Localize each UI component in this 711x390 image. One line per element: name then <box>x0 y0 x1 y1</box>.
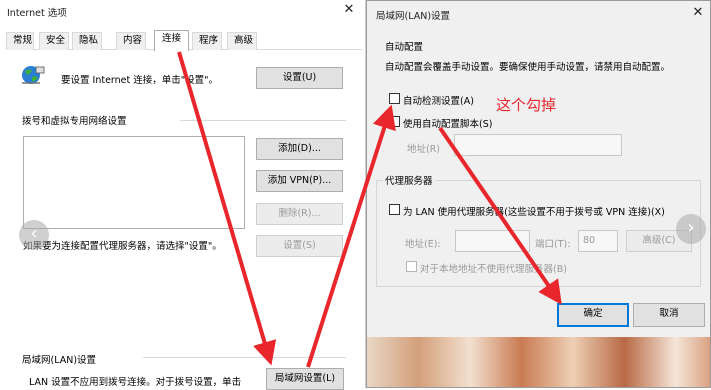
lan-description: LAN 设置不应用到拨号连接。对于拨号设置，单击 <box>29 377 242 388</box>
window-title: Internet 选项 <box>7 8 67 19</box>
chevron-right-icon[interactable]: › <box>676 214 706 244</box>
setup-instruction: 要设置 Internet 连接，单击"设置"。 <box>61 75 219 86</box>
tab-content[interactable]: 内容 <box>116 32 146 50</box>
section-divider <box>143 357 346 358</box>
script-address-input[interactable] <box>454 134 622 156</box>
setup-button[interactable]: 设置(U) <box>256 67 343 89</box>
tab-privacy[interactable]: 隐私 <box>72 32 102 50</box>
connection-list[interactable] <box>23 136 245 229</box>
add-button[interactable]: 添加(D)... <box>256 138 343 160</box>
tab-security[interactable]: 安全 <box>39 32 69 50</box>
lan-section-title: 局域网(LAN)设置 <box>22 355 97 366</box>
auto-detect-label: 自动检测设置(A) <box>403 96 474 107</box>
close-icon[interactable]: ✕ <box>689 6 707 22</box>
tab-programs[interactable]: 程序 <box>192 32 222 50</box>
close-icon[interactable]: ✕ <box>340 3 358 19</box>
blurred-background-image <box>367 337 710 387</box>
annotation-text: 这个勾掉 <box>496 96 557 114</box>
proxy-group-title: 代理服务器 <box>383 173 435 187</box>
auto-config-title: 自动配置 <box>385 42 424 53</box>
cancel-button[interactable]: 取消 <box>633 303 705 327</box>
internet-options-window: Internet 选项 ✕ 常规 安全 隐私 内容 连接 程序 高级 要设置 I… <box>0 0 366 390</box>
tab-general[interactable]: 常规 <box>6 32 34 50</box>
proxy-address-label: 地址(E): <box>405 239 441 250</box>
section-divider <box>180 120 346 121</box>
ok-button[interactable]: 确定 <box>557 303 629 327</box>
bypass-local-label: 对于本地地址不使用代理服务器(B) <box>420 264 567 275</box>
use-proxy-label: 为 LAN 使用代理服务器(这些设置不用于拨号或 VPN 连接)(X) <box>403 207 665 218</box>
bypass-local-checkbox[interactable] <box>406 261 417 272</box>
chevron-left-icon[interactable]: ‹ <box>19 220 49 250</box>
globe-network-icon <box>20 63 46 87</box>
proxy-port-input[interactable]: 80 <box>578 230 618 252</box>
dialup-section-title: 拨号和虚拟专用网络设置 <box>22 116 127 127</box>
add-vpn-button[interactable]: 添加 VPN(P)... <box>256 170 343 192</box>
tab-connections[interactable]: 连接 <box>154 30 189 51</box>
proxy-address-input[interactable] <box>455 230 530 252</box>
settings-button[interactable]: 设置(S) <box>256 235 343 257</box>
script-address-label: 地址(R) <box>407 144 441 155</box>
use-script-checkbox[interactable] <box>389 116 400 127</box>
remove-button[interactable]: 删除(R)... <box>256 203 343 225</box>
dialog-title: 局域网(LAN)设置 <box>376 11 451 22</box>
lan-settings-dialog: 局域网(LAN)设置 ✕ 自动配置 自动配置会覆盖手动设置。要确保使用手动设置，… <box>366 0 711 388</box>
tab-strip: 常规 安全 隐私 内容 连接 程序 高级 <box>6 30 362 51</box>
proxy-port-label: 端口(T): <box>535 239 571 250</box>
lan-settings-button[interactable]: 局域网设置(L) <box>266 368 344 390</box>
auto-detect-checkbox[interactable] <box>389 93 400 104</box>
proxy-hint: 如果要为连接配置代理服务器，请选择"设置"。 <box>23 241 222 252</box>
auto-config-description: 自动配置会覆盖手动设置。要确保使用手动设置，请禁用自动配置。 <box>385 62 671 73</box>
use-proxy-checkbox[interactable] <box>389 204 400 215</box>
use-script-label: 使用自动配置脚本(S) <box>403 119 493 130</box>
tab-advanced[interactable]: 高级 <box>227 32 257 50</box>
